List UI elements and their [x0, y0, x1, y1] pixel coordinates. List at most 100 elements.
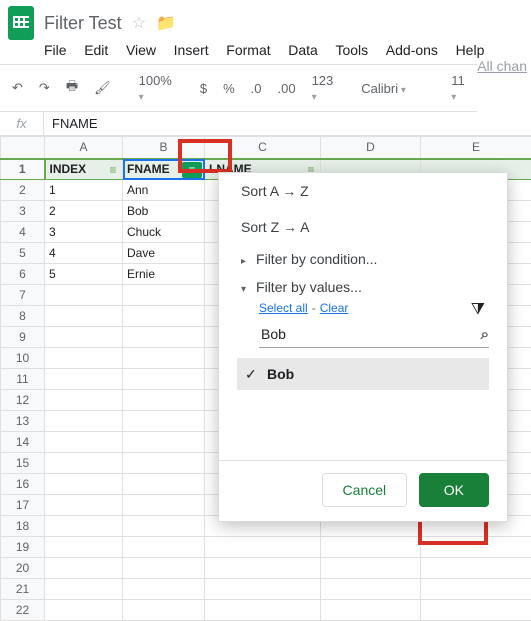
cell[interactable]: [45, 474, 123, 495]
cell[interactable]: [45, 495, 123, 516]
col-header-c[interactable]: C: [205, 137, 321, 159]
cell[interactable]: [205, 600, 321, 621]
row-header[interactable]: 4: [1, 222, 45, 243]
cell[interactable]: [421, 600, 531, 621]
cell[interactable]: [45, 600, 123, 621]
cell[interactable]: [45, 390, 123, 411]
cell[interactable]: [205, 579, 321, 600]
redo-icon[interactable]: ↷: [35, 78, 54, 98]
cell[interactable]: [123, 537, 205, 558]
search-icon[interactable]: ⌕: [481, 326, 489, 343]
row-header[interactable]: 14: [1, 432, 45, 453]
cell[interactable]: [123, 327, 205, 348]
cell[interactable]: [45, 369, 123, 390]
clear-link[interactable]: Clear: [320, 301, 349, 315]
cell[interactable]: [421, 537, 531, 558]
cell[interactable]: [45, 327, 123, 348]
cell[interactable]: [421, 558, 531, 579]
cell[interactable]: Ernie: [123, 264, 205, 285]
cell[interactable]: [321, 600, 421, 621]
cell[interactable]: [123, 348, 205, 369]
cell[interactable]: [123, 558, 205, 579]
row-header[interactable]: 21: [1, 579, 45, 600]
format-currency[interactable]: $: [196, 79, 211, 98]
row-header[interactable]: 7: [1, 285, 45, 306]
increase-decimal[interactable]: .00: [274, 79, 300, 98]
menu-edit[interactable]: Edit: [84, 42, 108, 58]
menu-data[interactable]: Data: [288, 42, 318, 58]
number-format[interactable]: 123: [308, 71, 338, 105]
cell[interactable]: Dave: [123, 243, 205, 264]
col-header-b[interactable]: B: [123, 137, 205, 159]
cell[interactable]: [321, 558, 421, 579]
cell[interactable]: [123, 453, 205, 474]
cell[interactable]: [45, 537, 123, 558]
menu-addons[interactable]: Add-ons: [386, 42, 438, 58]
cell[interactable]: 2: [45, 201, 123, 222]
row-header[interactable]: 18: [1, 516, 45, 537]
row-header[interactable]: 6: [1, 264, 45, 285]
menu-insert[interactable]: Insert: [174, 42, 209, 58]
star-icon[interactable]: ☆: [132, 13, 146, 33]
zoom-select[interactable]: 100%: [135, 71, 176, 105]
cell[interactable]: [123, 411, 205, 432]
row-header[interactable]: 12: [1, 390, 45, 411]
cell[interactable]: [123, 474, 205, 495]
cell[interactable]: [123, 285, 205, 306]
cell[interactable]: [321, 537, 421, 558]
filter-icon[interactable]: ≡: [182, 162, 202, 178]
sort-desc[interactable]: Sort Z → A: [219, 209, 507, 245]
cell[interactable]: [123, 369, 205, 390]
cell[interactable]: [45, 579, 123, 600]
row-header[interactable]: 13: [1, 411, 45, 432]
row-header[interactable]: 3: [1, 201, 45, 222]
menu-file[interactable]: File: [44, 42, 67, 58]
funnel-icon[interactable]: ⧩: [471, 301, 485, 319]
cell[interactable]: [45, 306, 123, 327]
row-header[interactable]: 15: [1, 453, 45, 474]
menu-view[interactable]: View: [126, 42, 156, 58]
menu-help[interactable]: Help: [456, 42, 485, 58]
cell[interactable]: INDEX≡: [45, 159, 123, 180]
row-header[interactable]: 2: [1, 180, 45, 201]
cell[interactable]: [205, 537, 321, 558]
cell[interactable]: 1: [45, 180, 123, 201]
row-header[interactable]: 11: [1, 369, 45, 390]
cell[interactable]: [45, 453, 123, 474]
format-percent[interactable]: %: [219, 79, 239, 98]
cell[interactable]: [45, 516, 123, 537]
print-icon[interactable]: 🖶: [62, 75, 82, 101]
filter-value-option[interactable]: ✓ Bob: [237, 358, 489, 390]
document-title[interactable]: Filter Test: [44, 13, 122, 34]
row-header[interactable]: 5: [1, 243, 45, 264]
cell[interactable]: 3: [45, 222, 123, 243]
select-all-cell[interactable]: [1, 137, 45, 159]
filter-icon[interactable]: ≡: [106, 163, 120, 177]
font-select[interactable]: Calibri: [357, 79, 427, 98]
row-header[interactable]: 1: [1, 159, 45, 180]
cell[interactable]: 4: [45, 243, 123, 264]
cell[interactable]: [123, 306, 205, 327]
row-header[interactable]: 8: [1, 306, 45, 327]
undo-icon[interactable]: ↶: [8, 78, 27, 98]
decrease-decimal[interactable]: .0: [247, 79, 266, 98]
row-header[interactable]: 19: [1, 537, 45, 558]
last-edit-link[interactable]: All chan: [477, 58, 527, 74]
row-header[interactable]: 22: [1, 600, 45, 621]
cell[interactable]: [205, 558, 321, 579]
sort-asc[interactable]: Sort A → Z: [219, 173, 507, 209]
col-header-a[interactable]: A: [45, 137, 123, 159]
ok-button[interactable]: OK: [419, 473, 489, 507]
cell[interactable]: [123, 390, 205, 411]
col-header-d[interactable]: D: [321, 137, 421, 159]
col-header-e[interactable]: E: [421, 137, 531, 159]
cell[interactable]: Chuck: [123, 222, 205, 243]
cell[interactable]: [45, 348, 123, 369]
paint-format-icon[interactable]: 🖌: [90, 78, 115, 98]
cell[interactable]: [123, 516, 205, 537]
filter-by-values[interactable]: ▾Filter by values...: [219, 273, 507, 301]
cell[interactable]: Bob: [123, 201, 205, 222]
folder-icon[interactable]: 📁: [156, 13, 176, 33]
cell[interactable]: [45, 558, 123, 579]
row-header[interactable]: 10: [1, 348, 45, 369]
